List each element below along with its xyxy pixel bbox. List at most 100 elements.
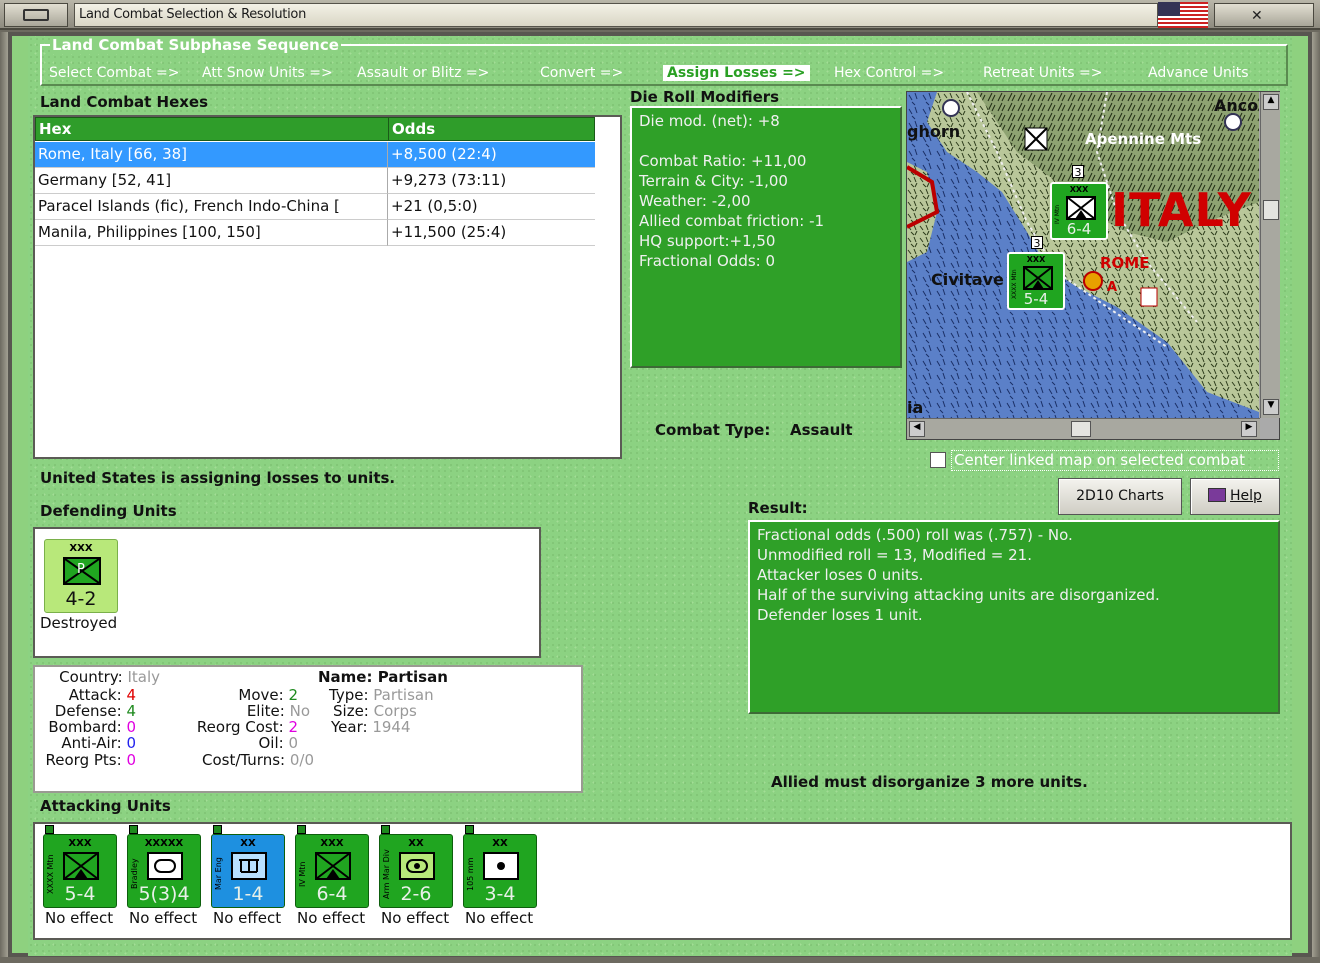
attacking-unit[interactable]: XXX XXXX Mtn 5-4	[43, 834, 117, 908]
defending-title: Defending Units	[40, 502, 177, 520]
col-hex-header[interactable]: Hex	[35, 117, 389, 141]
window-title: Land Combat Selection & Resolution	[79, 7, 307, 22]
costturns-value: 0/0	[289, 751, 314, 769]
scroll-left-icon[interactable]: ◀	[909, 421, 925, 437]
system-menu-button[interactable]	[4, 3, 68, 27]
hex-cell: Germany [52, 41]	[35, 168, 388, 194]
stack-count: 3	[1031, 236, 1043, 250]
reorgpts-label: Reorg Pts:	[45, 751, 122, 769]
result-box: Fractional odds (.500) roll was (.757) -…	[748, 520, 1280, 714]
unit-flag-marker	[465, 825, 474, 834]
seq-assign-losses[interactable]: Assign Losses =>	[663, 65, 810, 81]
antiair-value: 0	[126, 734, 136, 752]
defending-unit[interactable]: XXX P 4-2	[44, 539, 118, 613]
port-icon	[942, 99, 960, 117]
map-vertical-scrollbar[interactable]: ▲ ▼	[1260, 92, 1280, 418]
unit-size: XXX	[69, 543, 93, 554]
combat-type-value: Assault	[790, 421, 853, 439]
reorgpts-stat: Reorg Pts: 0	[46, 751, 136, 769]
attacking-unit[interactable]: XXXXX Bradley 5(3)4	[127, 834, 201, 908]
attacking-unit[interactable]: XX 105 mm 3-4	[463, 834, 537, 908]
horizontal-scroll-thumb[interactable]	[1071, 421, 1091, 437]
reorgpts-value: 0	[126, 751, 136, 769]
center-linked-label[interactable]: Center linked map on selected combat	[951, 450, 1279, 471]
rome-city-icon[interactable]	[1083, 271, 1103, 291]
die-roll-box: Die mod. (net): +8 Combat Ratio: +11,00 …	[630, 106, 902, 368]
costturns-label: Cost/Turns:	[202, 751, 286, 769]
stack-count: 3	[1072, 165, 1084, 179]
charts-button[interactable]: 2D10 Charts	[1058, 478, 1182, 515]
attacking-unit-result: No effect	[213, 909, 282, 927]
modifier-line: Allied combat friction: -1	[639, 212, 825, 230]
hex-cell: Paracel Islands (fic), French Indo-China…	[35, 194, 388, 220]
attacking-unit[interactable]: XX Mar Eng 1-4	[211, 834, 285, 908]
close-button[interactable]: ✕	[1214, 3, 1314, 27]
modifier-line: Terrain & City: -1,00	[639, 172, 788, 190]
help-label: Help	[1230, 488, 1262, 504]
country-stat: Country: Italy	[59, 668, 160, 686]
artillery-icon	[483, 852, 519, 884]
attacking-unit-result: No effect	[465, 909, 534, 927]
unit-factors: 6-4	[316, 883, 348, 905]
map-label-italy: ITALY	[1111, 183, 1252, 237]
mountain-infantry-icon	[1023, 266, 1053, 290]
scroll-down-icon[interactable]: ▼	[1263, 399, 1279, 415]
odds-cell: +11,500 (25:4)	[388, 220, 595, 246]
mountain-infantry-icon	[315, 852, 351, 884]
result-title: Result:	[748, 499, 808, 517]
linked-map[interactable]: Anco Apennine Mts ITALY ROME Civitave gh…	[906, 91, 1280, 440]
engineer-icon	[231, 852, 267, 884]
unit-flag-marker	[381, 825, 390, 834]
status-text: United States is assigning losses to uni…	[40, 469, 396, 487]
country-label: Country:	[59, 668, 123, 686]
scroll-right-icon[interactable]: ▶	[1241, 421, 1257, 437]
result-line: Defender loses 1 unit.	[757, 606, 923, 624]
col-odds-header[interactable]: Odds	[388, 117, 595, 141]
seq-retreat-units[interactable]: Retreat Units =>	[983, 65, 1103, 81]
us-flag-icon	[1158, 2, 1208, 28]
seq-convert[interactable]: Convert =>	[540, 65, 623, 81]
unit-factors: 1-4	[232, 883, 264, 905]
oil-label: Oil:	[258, 734, 284, 752]
antiair-label: Anti-Air:	[61, 734, 122, 752]
seq-assault-or-blitz[interactable]: Assault or Blitz =>	[357, 65, 489, 81]
disorganize-message: Allied must disorganize 3 more units.	[771, 773, 1088, 791]
name-value: Partisan	[377, 668, 448, 686]
oil-stat: Oil: 0	[258, 734, 298, 752]
table-row[interactable]: Rome, Italy [66, 38] +8,500 (22:4)	[35, 142, 595, 168]
map-label-apennine: Apennine Mts	[1085, 130, 1202, 148]
map-unit-xxxx-mtn[interactable]: XXX XXXX Mtn 5-4	[1007, 252, 1065, 310]
year-value: 1944	[372, 718, 411, 736]
die-mod-net: Die mod. (net): +8	[639, 112, 780, 130]
map-unit-iv-mtn[interactable]: XXX IV Mtn 6-4	[1050, 182, 1108, 240]
unit-factors: 3-4	[484, 883, 516, 905]
attacking-unit[interactable]: XXX IV Mtn 6-4	[295, 834, 369, 908]
seq-att-snow-units[interactable]: Att Snow Units =>	[202, 65, 333, 81]
attacking-title: Attacking Units	[40, 797, 171, 815]
seq-hex-control[interactable]: Hex Control =>	[834, 65, 944, 81]
table-row[interactable]: Germany [52, 41] +9,273 (73:11)	[35, 168, 595, 194]
table-row[interactable]: Paracel Islands (fic), French Indo-China…	[35, 194, 595, 220]
name-stat: Name: Partisan	[318, 668, 448, 686]
seq-advance-units[interactable]: Advance Units	[1148, 65, 1249, 81]
map-horizontal-scrollbar[interactable]: ◀ ▶	[907, 418, 1260, 439]
table-row[interactable]: Manila, Philippines [100, 150] +11,500 (…	[35, 220, 595, 246]
modifier-line: HQ support:+1,50	[639, 232, 776, 250]
partisan-marker-icon	[1140, 287, 1158, 307]
attacking-unit-result: No effect	[45, 909, 114, 927]
vertical-scroll-thumb[interactable]	[1263, 200, 1279, 220]
mountain-infantry-icon	[1066, 196, 1096, 220]
armored-marine-icon	[399, 852, 435, 884]
help-button[interactable]: Help	[1190, 478, 1280, 515]
result-line: Attacker loses 0 units.	[757, 566, 924, 584]
costturns-stat: Cost/Turns: 0/0	[202, 751, 314, 769]
odds-cell: +8,500 (22:4)	[388, 142, 595, 168]
center-linked-checkbox[interactable]	[930, 452, 946, 468]
year-label: Year:	[331, 718, 368, 736]
scroll-up-icon[interactable]: ▲	[1263, 94, 1279, 110]
attacking-unit-result: No effect	[297, 909, 366, 927]
attacking-unit[interactable]: XX Arm Mar Div 2-6	[379, 834, 453, 908]
modifier-line: Fractional Odds: 0	[639, 252, 776, 270]
seq-select-combat[interactable]: Select Combat =>	[49, 65, 179, 81]
result-line: Unmodified roll = 13, Modified = 21.	[757, 546, 1032, 564]
